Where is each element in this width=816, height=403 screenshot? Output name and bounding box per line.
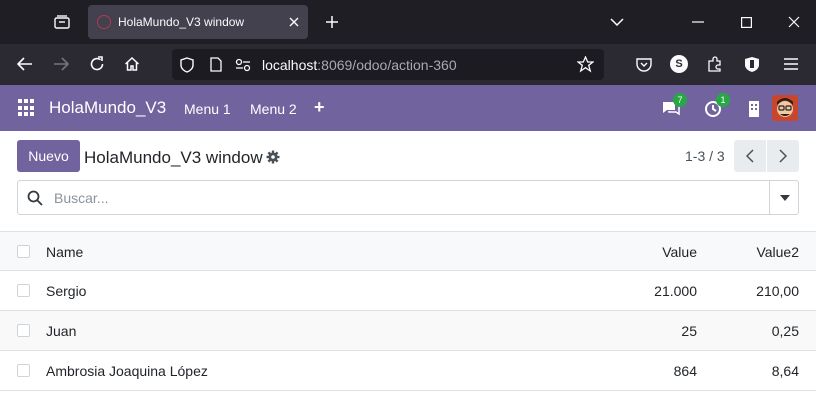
tab-list-icon[interactable]	[50, 10, 74, 34]
browser-tab-strip: HolaMundo_V3 window	[0, 0, 816, 44]
chevron-left-icon	[746, 149, 754, 163]
activities-clock-icon[interactable]: 1	[704, 93, 730, 119]
app-brand[interactable]: HolaMundo_V3	[49, 98, 166, 118]
messages-count-badge: 7	[673, 93, 687, 107]
action-title: HolaMundo_V3 window	[84, 148, 263, 167]
url-bar[interactable]: localhost:8069/odoo/action-360	[172, 49, 604, 80]
search-input[interactable]	[54, 188, 754, 208]
close-window-icon[interactable]	[782, 10, 806, 34]
table-row[interactable]: Ambrosia Joaquina López 864 8,64	[0, 351, 816, 391]
row-checkbox[interactable]	[17, 284, 30, 297]
cell-name: Juan	[46, 323, 77, 339]
minimize-icon[interactable]	[686, 10, 710, 34]
column-header-value2[interactable]: Value2	[756, 244, 799, 260]
page-info-icon[interactable]	[210, 57, 222, 77]
browser-nav-bar: localhost:8069/odoo/action-360 S	[0, 44, 816, 85]
company-building-icon[interactable]	[744, 97, 766, 119]
pocket-icon[interactable]	[632, 52, 656, 76]
activities-count-badge: 1	[716, 93, 730, 107]
chevron-right-icon	[779, 149, 787, 163]
home-icon[interactable]	[120, 52, 144, 76]
new-tab-icon[interactable]	[320, 10, 344, 34]
cell-value: 864	[673, 363, 697, 379]
add-menu-icon[interactable]: +	[314, 97, 325, 118]
forward-icon[interactable]	[49, 52, 73, 76]
cell-name: Sergio	[46, 283, 87, 299]
row-checkbox[interactable]	[17, 324, 30, 337]
tab-close-icon[interactable]	[286, 14, 302, 30]
tab-title: HolaMundo_V3 window	[118, 15, 245, 29]
search-icon	[27, 190, 43, 206]
cell-name: Ambrosia Joaquina López	[46, 363, 208, 379]
pager-value[interactable]: 1-3 / 3	[685, 148, 725, 164]
list-header: Name Value Value2	[0, 231, 816, 271]
search-bar	[17, 180, 799, 215]
menu-item-2[interactable]: Menu 2	[250, 101, 297, 117]
extensions-icon[interactable]	[703, 52, 727, 76]
back-icon[interactable]	[13, 52, 37, 76]
pager-previous-button[interactable]	[734, 140, 766, 172]
search-options-toggle[interactable]	[769, 181, 799, 214]
pager-next-button[interactable]	[767, 140, 799, 172]
browser-tab[interactable]: HolaMundo_V3 window	[88, 5, 308, 39]
row-checkbox[interactable]	[17, 364, 30, 377]
caret-down-icon	[779, 194, 790, 201]
bookmark-star-icon[interactable]	[576, 55, 595, 78]
column-header-value[interactable]: Value	[662, 244, 697, 260]
new-record-button[interactable]: Nuevo	[17, 140, 80, 172]
odoo-navbar: HolaMundo_V3 Menu 1 Menu 2 + 7 1	[0, 85, 816, 131]
table-row[interactable]: Juan 25 0,25	[0, 311, 816, 351]
cell-value2: 0,25	[771, 323, 799, 339]
hamburger-menu-icon[interactable]	[779, 52, 803, 76]
menu-item-1[interactable]: Menu 1	[184, 101, 231, 117]
profile-s-icon[interactable]: S	[667, 52, 691, 76]
reload-icon[interactable]	[85, 52, 109, 76]
odoo-favicon-icon	[97, 15, 111, 29]
table-row[interactable]: Sergio 21.000 210,00	[0, 271, 816, 311]
permissions-icon[interactable]	[235, 58, 251, 77]
column-header-name[interactable]: Name	[46, 244, 83, 260]
tracking-shield-icon[interactable]	[180, 57, 194, 78]
user-avatar[interactable]	[772, 95, 798, 121]
apps-menu-icon[interactable]	[18, 99, 36, 117]
action-gear-icon[interactable]	[266, 150, 280, 164]
select-all-checkbox[interactable]	[17, 245, 30, 258]
maximize-icon[interactable]	[734, 10, 758, 34]
cell-value2: 210,00	[756, 283, 799, 299]
cell-value: 21.000	[654, 283, 697, 299]
ublock-shield-icon[interactable]	[740, 52, 764, 76]
cell-value: 25	[681, 323, 697, 339]
cell-value2: 8,64	[771, 363, 799, 379]
tab-overflow-chevron-icon[interactable]	[605, 10, 629, 34]
url-text[interactable]: localhost:8069/odoo/action-360	[262, 57, 457, 73]
messages-icon[interactable]: 7	[661, 93, 687, 119]
